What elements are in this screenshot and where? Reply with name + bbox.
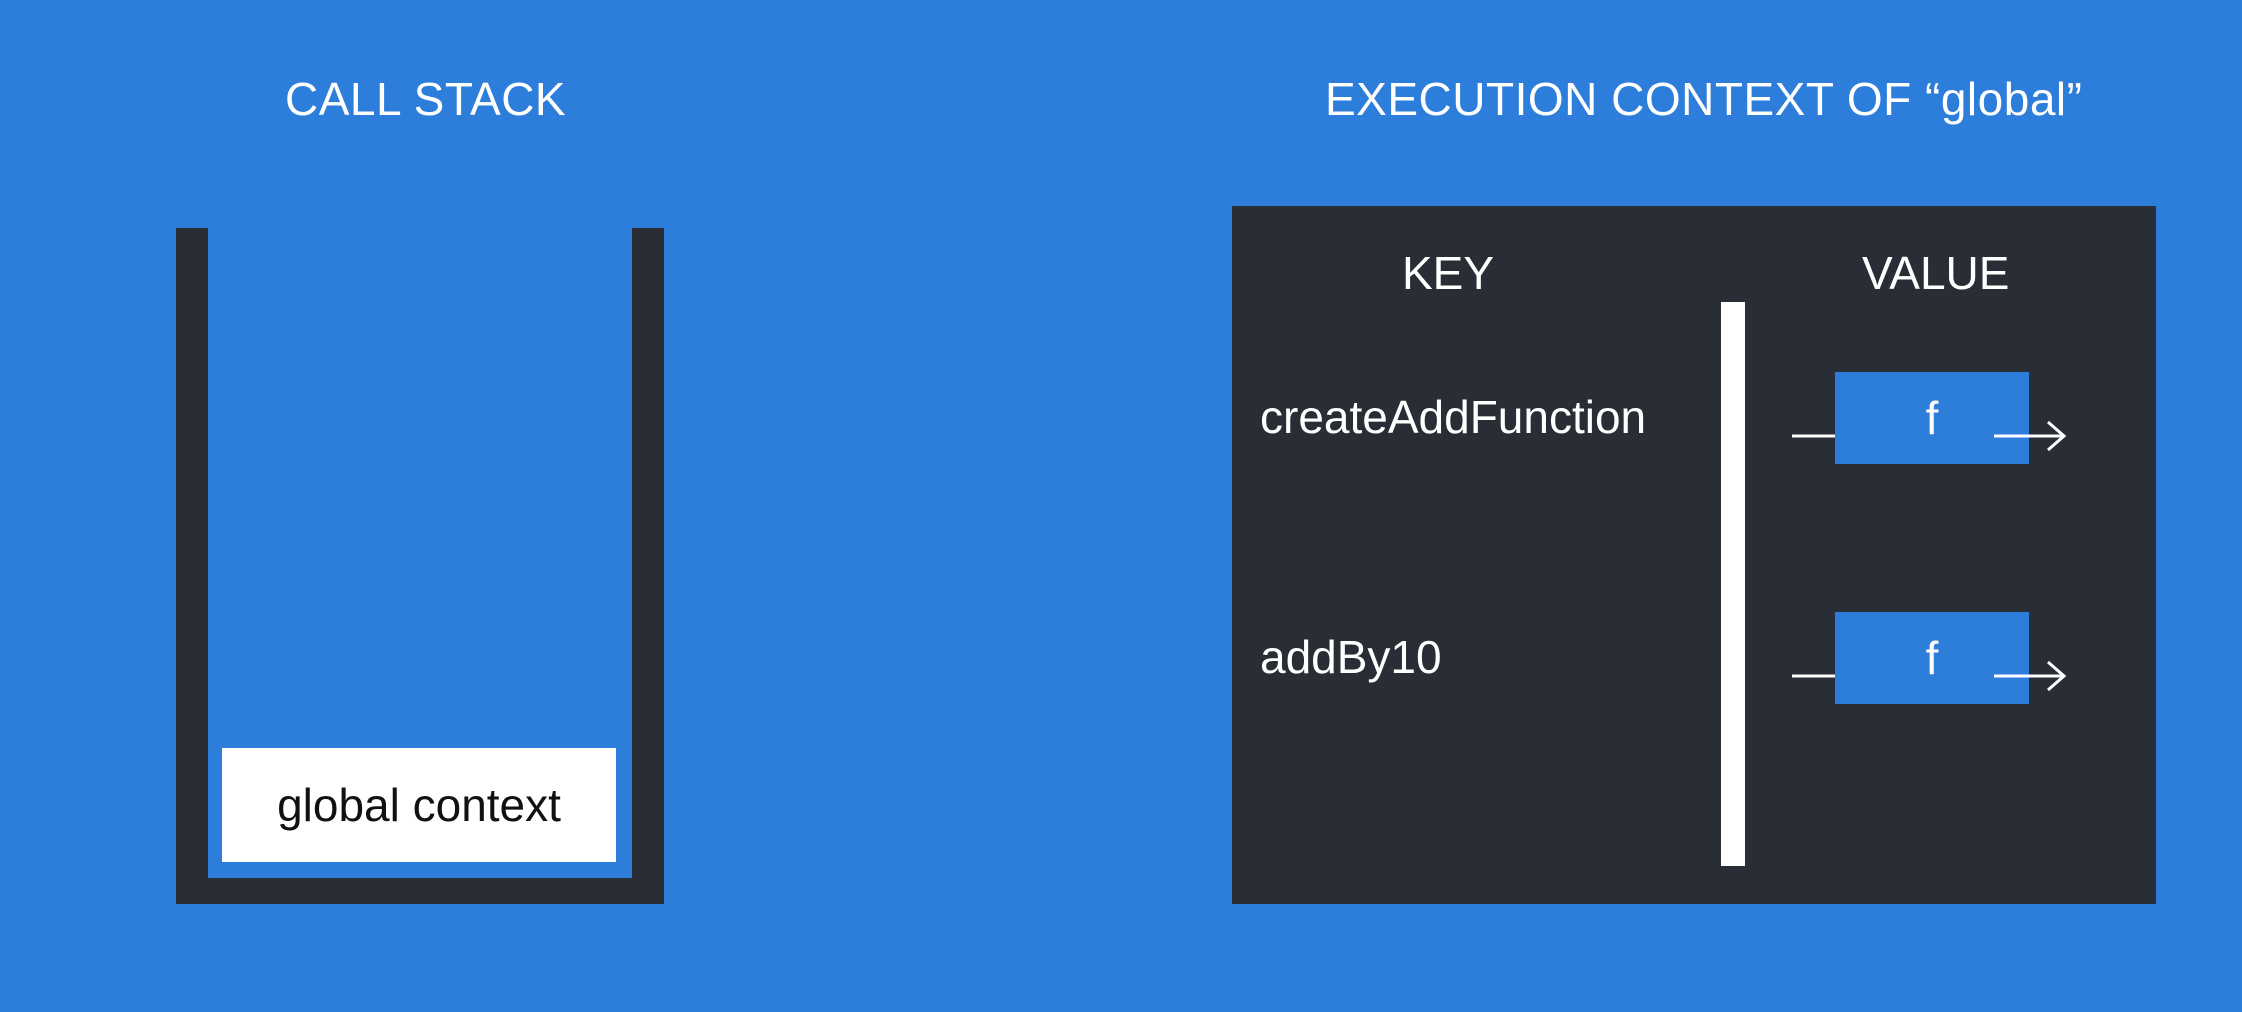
call-stack-left-wall [176, 228, 208, 904]
key-add-by-10: addBy10 [1260, 631, 1442, 683]
arrow-right-icon [1994, 660, 2067, 692]
call-stack-floor [176, 878, 664, 904]
execution-context-title: EXECUTION CONTEXT OF “global” [1325, 73, 2083, 125]
call-stack-right-wall [632, 228, 664, 904]
execution-context-table: KEY VALUE createAddFunction f addBy10 f [1232, 206, 2156, 904]
call-stack-title: CALL STACK [285, 73, 567, 125]
column-divider [1721, 302, 1745, 866]
value-column-header: VALUE [1862, 247, 2010, 299]
arrow-right-icon [1994, 420, 2067, 452]
stack-frame-global-context: global context [222, 748, 616, 862]
call-stack: global context [176, 228, 664, 904]
key-create-add-function: createAddFunction [1260, 391, 1647, 443]
key-column-header: KEY [1402, 247, 1495, 299]
